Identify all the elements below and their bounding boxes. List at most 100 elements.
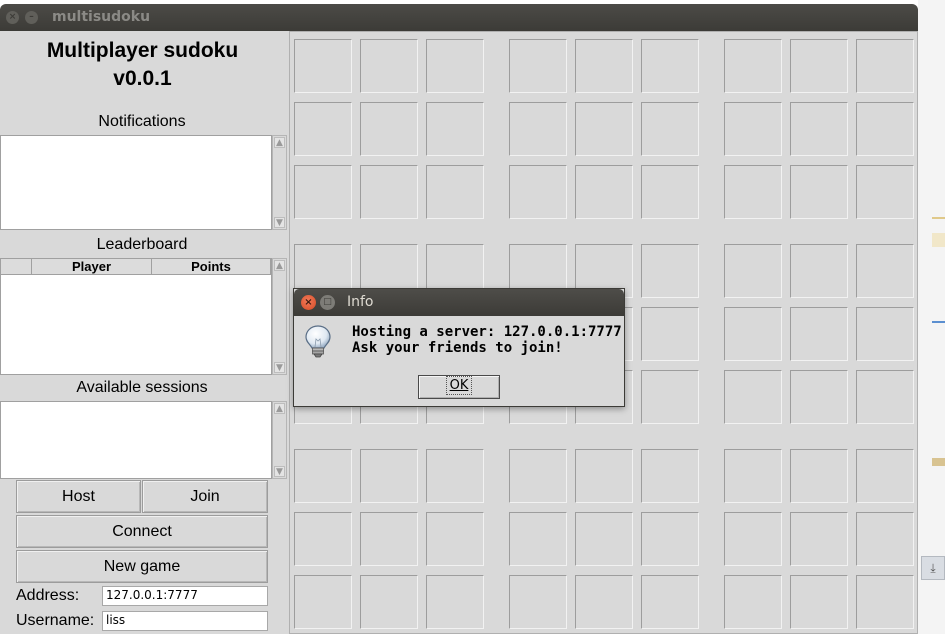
app-title-name: Multiplayer sudoku [46,39,239,62]
sudoku-cell[interactable] [509,575,567,629]
window-close-button[interactable]: × [6,11,19,24]
leaderboard-column-points[interactable]: Points [152,259,271,275]
sudoku-cell[interactable] [641,244,699,298]
sudoku-cell[interactable] [426,39,484,93]
sudoku-cell[interactable] [724,575,782,629]
sudoku-cell[interactable] [790,39,848,93]
download-icon[interactable]: ⤓ [921,556,945,580]
scroll-up-icon[interactable]: ▲ [274,403,285,414]
sudoku-cell[interactable] [294,39,352,93]
sudoku-cell[interactable] [641,102,699,156]
sudoku-cell[interactable] [790,102,848,156]
leaderboard-column-header[interactable] [1,259,32,275]
sessions-scrollbar[interactable]: ▲ ▼ [272,401,287,479]
sudoku-cell[interactable] [790,307,848,361]
notifications-list[interactable] [0,135,272,230]
ok-button[interactable]: OK [418,375,500,399]
sudoku-cell[interactable] [856,575,914,629]
sudoku-cell[interactable] [856,165,914,219]
scroll-down-icon[interactable]: ▼ [274,217,285,228]
desktop-fragment [932,458,945,466]
sudoku-cell[interactable] [856,512,914,566]
sudoku-cell[interactable] [790,244,848,298]
sudoku-cell[interactable] [724,370,782,424]
sudoku-cell[interactable] [360,165,418,219]
sudoku-cell[interactable] [856,307,914,361]
leaderboard-column-player[interactable]: Player [32,259,152,275]
info-dialog: × □ Info Hosting a server: 127.0.0.1:777… [293,288,625,407]
sudoku-cell[interactable] [294,102,352,156]
sudoku-cell[interactable] [294,165,352,219]
sudoku-cell[interactable] [426,575,484,629]
sudoku-cell[interactable] [426,449,484,503]
sudoku-cell[interactable] [856,370,914,424]
sudoku-cell[interactable] [641,165,699,219]
leaderboard-scrollbar[interactable]: ▲ ▼ [272,258,287,375]
sudoku-cell[interactable] [575,102,633,156]
notifications-label: Notifications [98,113,186,130]
sudoku-cell[interactable] [856,449,914,503]
sudoku-cell[interactable] [509,39,567,93]
sudoku-cell[interactable] [790,370,848,424]
sudoku-cell[interactable] [575,512,633,566]
new-game-button[interactable]: New game [16,550,268,583]
sudoku-cell[interactable] [294,449,352,503]
sudoku-cell[interactable] [724,307,782,361]
window-minimize-button[interactable]: – [25,11,38,24]
username-field[interactable]: liss [102,611,268,631]
sudoku-cell[interactable] [790,165,848,219]
sudoku-cell[interactable] [426,165,484,219]
sudoku-cell[interactable] [575,165,633,219]
join-button[interactable]: Join [142,480,268,513]
sudoku-cell[interactable] [641,370,699,424]
sudoku-cell[interactable] [509,102,567,156]
sudoku-cell[interactable] [724,449,782,503]
dialog-titlebar: × □ Info [294,289,624,316]
address-field[interactable]: 127.0.0.1:7777 [102,586,268,606]
scroll-down-icon[interactable]: ▼ [274,466,285,477]
sudoku-cell[interactable] [575,39,633,93]
sudoku-cell[interactable] [426,102,484,156]
sudoku-cell[interactable] [641,449,699,503]
sudoku-cell[interactable] [294,575,352,629]
sudoku-cell[interactable] [856,244,914,298]
dialog-title: Info [347,294,374,310]
sudoku-cell[interactable] [575,575,633,629]
notifications-scrollbar[interactable]: ▲ ▼ [272,135,287,230]
sudoku-cell[interactable] [856,102,914,156]
sudoku-cell[interactable] [509,512,567,566]
sudoku-cell[interactable] [724,512,782,566]
sudoku-cell[interactable] [724,244,782,298]
sudoku-cell[interactable] [724,102,782,156]
sudoku-cell[interactable] [641,39,699,93]
sudoku-cell[interactable] [856,39,914,93]
dialog-maximize-button[interactable]: □ [320,295,335,310]
sudoku-cell[interactable] [641,512,699,566]
scroll-down-icon[interactable]: ▼ [274,362,285,373]
sudoku-cell[interactable] [360,512,418,566]
sudoku-cell[interactable] [641,575,699,629]
sudoku-cell[interactable] [509,165,567,219]
sudoku-cell[interactable] [790,575,848,629]
sudoku-cell[interactable] [724,165,782,219]
sudoku-cell[interactable] [790,512,848,566]
sudoku-cell[interactable] [360,102,418,156]
scroll-up-icon[interactable]: ▲ [274,137,285,148]
dialog-close-button[interactable]: × [301,295,316,310]
sudoku-cell[interactable] [426,512,484,566]
sudoku-cell[interactable] [790,449,848,503]
sudoku-cell[interactable] [294,512,352,566]
sudoku-cell[interactable] [360,575,418,629]
sudoku-cell[interactable] [724,39,782,93]
dialog-message-line: Hosting a server: 127.0.0.1:7777 [352,324,622,340]
sudoku-cell[interactable] [360,39,418,93]
leaderboard-table[interactable]: Player Points [0,258,272,375]
sudoku-cell[interactable] [575,449,633,503]
sessions-list[interactable] [0,401,272,479]
connect-button[interactable]: Connect [16,515,268,548]
host-button[interactable]: Host [16,480,141,513]
sudoku-cell[interactable] [641,307,699,361]
sudoku-cell[interactable] [360,449,418,503]
scroll-up-icon[interactable]: ▲ [274,260,285,271]
sudoku-cell[interactable] [509,449,567,503]
